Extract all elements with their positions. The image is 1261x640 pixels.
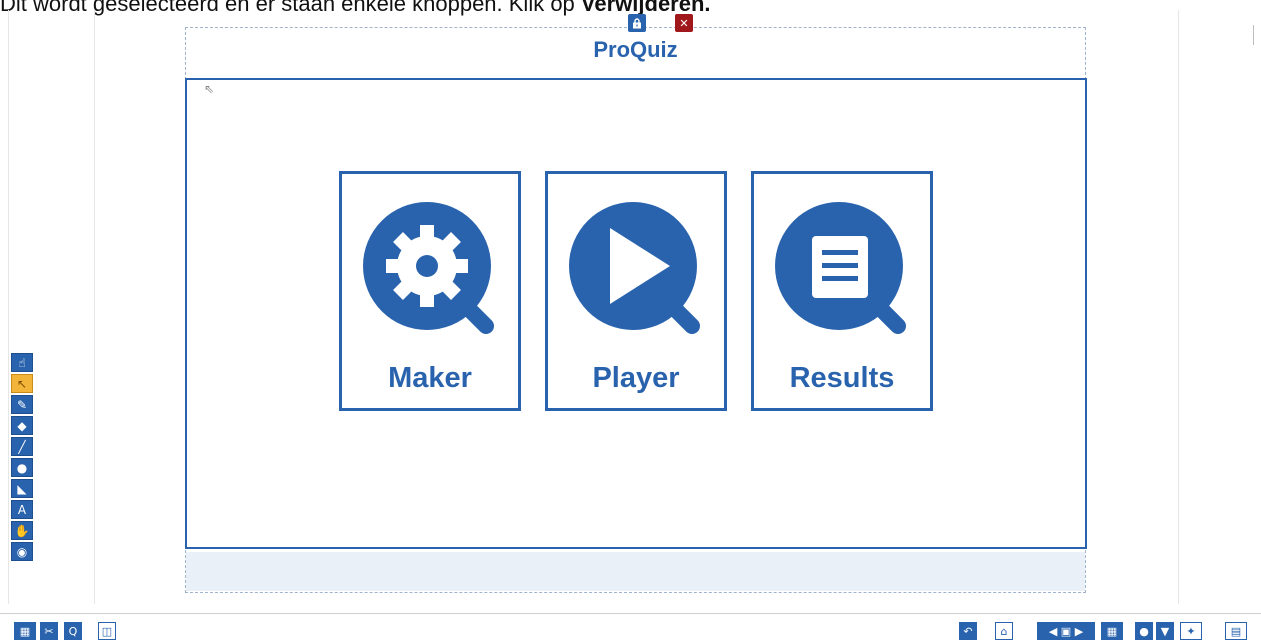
circle-shape-icon[interactable]: ● — [11, 458, 33, 477]
tools-icon[interactable]: ✂ — [40, 622, 58, 640]
screen-capture-icon[interactable]: ✦ — [1180, 622, 1202, 640]
results-tile-button[interactable]: Results — [751, 171, 933, 411]
page-view-icon[interactable]: ▤ — [1225, 622, 1247, 640]
left-margin-divider — [94, 10, 95, 604]
player-label: Player — [592, 362, 680, 394]
triangle-ruler-icon[interactable]: ◣ — [11, 479, 33, 498]
text-icon[interactable]: A — [11, 500, 33, 519]
maker-tile-button[interactable]: Maker — [339, 171, 521, 411]
caption-text: Dit wordt geselecteerd en er staan enkel… — [0, 0, 581, 16]
widget-title: ProQuiz — [593, 37, 678, 62]
gear-magnifier-icon — [363, 202, 494, 334]
right-edge-marker — [1253, 25, 1254, 45]
page-frame-icon[interactable]: ◫ — [98, 622, 116, 640]
line-icon[interactable]: ╱ — [11, 437, 33, 456]
mouse-cursor-icon: ⇖ — [204, 82, 215, 96]
right-margin-divider — [1178, 10, 1179, 604]
select-hand-icon[interactable]: ☝ — [11, 353, 33, 372]
close-icon[interactable]: ✕ — [675, 14, 693, 32]
zoom-icon[interactable]: Q — [64, 622, 82, 640]
instruction-caption: Dit wordt geselecteerd en er staan enkel… — [0, 0, 711, 17]
results-label: Results — [789, 362, 895, 394]
user-icon[interactable]: ● — [1135, 622, 1153, 640]
presentation-icon[interactable]: ▼ — [1156, 622, 1174, 640]
target-icon[interactable]: ◉ — [11, 542, 33, 561]
page-navigation-icon[interactable]: ◀ ▣ ▶ — [1037, 622, 1095, 640]
bottom-toolbar: ▦ ✂ Q ◫ ↶ ⌂ ◀ ▣ ▶ ▦ ● ▼ ✦ ▤ — [0, 613, 1261, 640]
play-magnifier-icon — [569, 202, 700, 334]
drawing-toolbox: ☝ ↖ ✎ ◆ ╱ ● ◣ A ✋ ◉ — [11, 353, 33, 561]
page-sorter-icon[interactable]: ▦ — [1101, 622, 1123, 640]
widget-footer-bar — [186, 552, 1085, 591]
gallery-icon[interactable]: ▦ — [14, 622, 36, 640]
pointer-icon[interactable]: ↖ — [11, 374, 33, 393]
left-edge-divider — [8, 10, 9, 604]
document-magnifier-icon — [775, 202, 906, 334]
maker-label: Maker — [388, 362, 472, 394]
lock-icon[interactable] — [628, 14, 646, 32]
pen-icon[interactable]: ✎ — [11, 395, 33, 414]
eraser-icon[interactable]: ◆ — [11, 416, 33, 435]
pan-hand-icon[interactable]: ✋ — [11, 521, 33, 540]
player-tile-button[interactable]: Player — [545, 171, 727, 411]
open-folder-icon[interactable]: ⌂ — [995, 622, 1013, 640]
undo-icon[interactable]: ↶ — [959, 622, 977, 640]
